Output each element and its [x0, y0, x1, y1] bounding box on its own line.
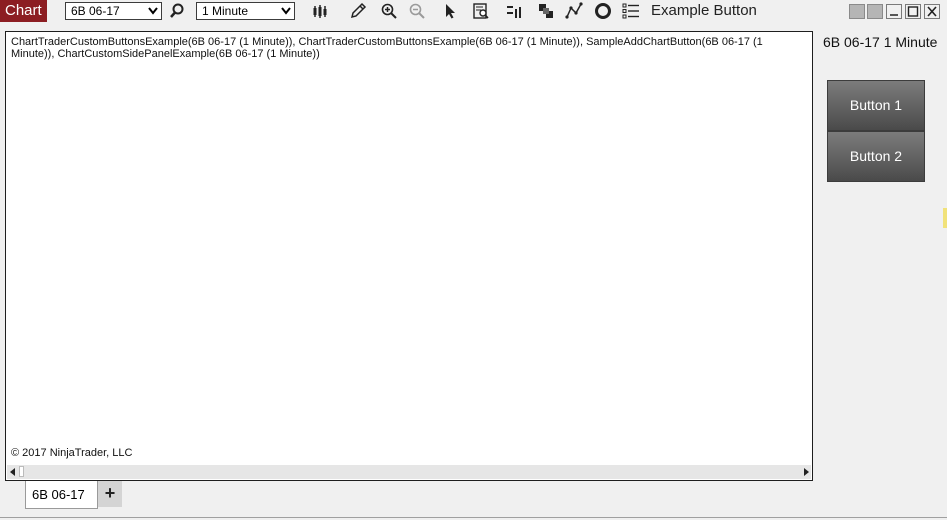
zoom-in-icon[interactable]	[380, 2, 398, 20]
minimize-icon	[890, 14, 898, 16]
button-2[interactable]: Button 2	[827, 131, 925, 182]
strategies-icon[interactable]	[594, 2, 612, 20]
chevron-down-icon	[148, 7, 158, 15]
chart-toolbar: Chart 6B 06-17 1 Minute Example Button	[0, 0, 947, 22]
window-option-button-2[interactable]	[867, 4, 883, 19]
close-icon	[927, 6, 937, 17]
scrollbar-thumb[interactable]	[19, 466, 24, 477]
zoom-out-icon[interactable]	[408, 2, 426, 20]
bar-style-icon[interactable]	[311, 2, 329, 20]
window-option-button-1[interactable]	[849, 4, 865, 19]
chart-trader-icon[interactable]	[506, 2, 524, 20]
tab-6b-06-17[interactable]: 6B 06-17	[25, 481, 98, 509]
instrument-value: 6B 06-17	[71, 4, 120, 18]
maximize-icon	[907, 6, 919, 17]
data-box-icon[interactable]	[472, 2, 490, 20]
chevron-down-icon	[281, 7, 291, 15]
button-1[interactable]: Button 1	[827, 80, 925, 131]
close-button[interactable]	[924, 4, 940, 19]
side-panel-title: 6B 06-17 1 Minute	[823, 34, 938, 50]
scroll-right-icon[interactable]	[802, 468, 810, 476]
cursor-pointer-icon[interactable]	[441, 2, 459, 20]
edge-marker	[943, 208, 947, 228]
scroll-left-icon[interactable]	[9, 468, 17, 476]
order-depth-icon[interactable]	[537, 2, 555, 20]
indicators-icon[interactable]	[565, 2, 583, 20]
window-title: Chart	[0, 0, 47, 22]
search-icon[interactable]	[168, 2, 186, 20]
minimize-button[interactable]	[886, 4, 902, 19]
example-button[interactable]: Example Button	[651, 2, 757, 20]
chart-panel[interactable]: ChartTraderCustomButtonsExample(6B 06-17…	[5, 31, 813, 481]
add-tab-button[interactable]: +	[98, 481, 122, 507]
copyright-text: © 2017 NinjaTrader, LLC	[11, 447, 133, 459]
drawing-tools-icon[interactable]	[349, 2, 367, 20]
horizontal-scrollbar[interactable]	[7, 465, 811, 479]
interval-value: 1 Minute	[202, 4, 249, 18]
maximize-button[interactable]	[905, 4, 921, 19]
instrument-selector[interactable]: 6B 06-17	[65, 2, 162, 20]
properties-icon[interactable]	[622, 2, 640, 20]
interval-selector[interactable]: 1 Minute	[196, 2, 295, 20]
indicator-label: ChartTraderCustomButtonsExample(6B 06-17…	[11, 36, 763, 60]
